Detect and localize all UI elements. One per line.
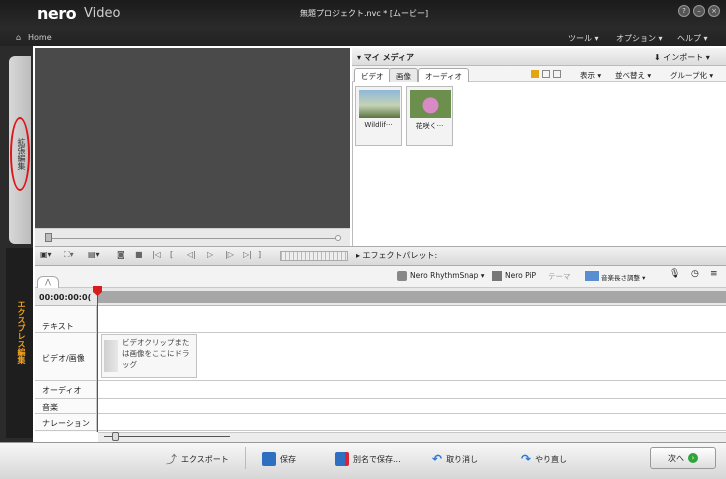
video-thumbnail (359, 90, 400, 118)
jog-shuttle[interactable] (280, 251, 348, 261)
fullscreen-icon[interactable]: ⛶▾ (64, 250, 74, 263)
minimize-icon[interactable]: – (693, 5, 705, 17)
divider (245, 447, 246, 469)
save-button[interactable]: 保存 (262, 450, 296, 468)
prev-frame-icon[interactable]: ◁| (187, 250, 196, 263)
close-icon[interactable]: × (708, 5, 720, 17)
view-grid-icon[interactable] (531, 70, 539, 78)
camera-icon[interactable]: ◙ (117, 250, 125, 263)
tab-express-edit-label: エクスプレス編集 (17, 300, 26, 364)
mark-in-icon[interactable]: [ (170, 250, 173, 263)
save-icon (262, 452, 276, 466)
view-list-icon[interactable] (542, 70, 550, 78)
track-label-narration: ナレーション (42, 419, 90, 428)
redo-button[interactable]: ↷ やり直し (521, 450, 567, 468)
theme-button[interactable]: テーマ (548, 271, 571, 282)
next-frame-icon[interactable]: |▷ (225, 250, 234, 263)
preview-window (35, 48, 350, 246)
save-as-button[interactable]: 別名で保存... (335, 450, 401, 468)
menu-tools[interactable]: ツール ▾ (568, 33, 599, 44)
redo-icon: ↷ (521, 452, 532, 466)
effect-palette-label[interactable]: ▸ エフェクトパレット: (356, 250, 437, 261)
import-button[interactable]: ⬇ インポート ▾ (654, 52, 710, 63)
sort-menu[interactable]: 並べ替え ▾ (615, 70, 651, 81)
play-icon[interactable]: ▷ (207, 250, 213, 263)
next-label: 次へ (668, 453, 684, 463)
next-arrow-icon: › (688, 453, 698, 463)
slider-end-marker (335, 235, 341, 241)
save-as-icon (335, 452, 349, 466)
view-menu[interactable]: 表示 ▾ (580, 70, 601, 81)
tab-video[interactable]: ビデオ (354, 68, 391, 82)
media-title[interactable]: ▾ マイ メディア (357, 52, 414, 63)
preview-slider-bar (35, 228, 350, 246)
export-label: エクスポート (181, 454, 229, 464)
track-label-text: テキスト (42, 322, 74, 331)
timeline-ruler[interactable] (98, 291, 726, 303)
save-as-label: 別名で保存... (353, 454, 401, 464)
track-label-audio: オーディオ (42, 386, 82, 395)
track-divider (35, 413, 726, 414)
timeline-scrollbar[interactable] (98, 432, 726, 442)
undo-icon: ↶ (432, 452, 443, 466)
music-fit-icon (585, 271, 599, 281)
next-button[interactable]: 次へ › (650, 447, 716, 469)
clock-icon[interactable]: ◷ (691, 269, 699, 279)
track-divider (35, 380, 726, 381)
tab-audio[interactable]: オーディオ (418, 68, 469, 82)
redo-label: やり直し (535, 454, 568, 464)
media-item-label: Wildlif··· (364, 121, 393, 129)
zoom-handle[interactable] (112, 432, 119, 441)
snapshot-icon[interactable]: ▣▾ (40, 250, 52, 263)
export-button[interactable]: ⤴ エクスポート (166, 450, 229, 468)
media-item[interactable]: Wildlif··· (355, 86, 402, 146)
export-icon: ⤴ (166, 453, 177, 466)
preview-slider-track[interactable] (48, 238, 340, 239)
video-thumbnail (410, 90, 451, 118)
track-divider (35, 398, 726, 399)
media-item-label: 花咲く··· (415, 122, 444, 130)
timecode: 00:00:00:0( (39, 293, 92, 302)
nero-logo: nero (37, 4, 77, 23)
music-fit-button[interactable]: 音楽長さ調整 ▾ (601, 272, 645, 282)
help-icon[interactable]: ? (678, 5, 690, 17)
rhythmsnap-icon (397, 271, 407, 281)
menu-help[interactable]: ヘルプ ▾ (677, 33, 708, 44)
home-icon[interactable]: ⌂ (16, 33, 21, 42)
end-icon[interactable]: ▷| (243, 250, 252, 263)
track-divider (35, 332, 726, 333)
aspect-icon[interactable]: ▤▾ (88, 250, 100, 263)
preview-slider-handle[interactable] (45, 233, 52, 242)
stop-icon[interactable]: ■ (135, 250, 143, 263)
mark-out-icon[interactable]: ] (258, 250, 261, 263)
drop-zone-handle (104, 340, 118, 372)
undo-button[interactable]: ↶ 取り消し (432, 450, 478, 468)
track-divider (35, 430, 726, 431)
rhythmsnap-button[interactable]: Nero RhythmSnap ▾ (410, 271, 485, 280)
microphone-icon[interactable]: 🎙 (669, 269, 680, 279)
drop-hint: ビデオクリップまたは画像をここにドラッグ (122, 338, 190, 369)
media-item[interactable]: 花咲く··· (406, 86, 453, 146)
view-detail-icon[interactable] (553, 70, 561, 78)
product-name: Video (84, 6, 121, 21)
window-title: 無題プロジェクト.nvc * [ムービー] (300, 9, 429, 18)
start-icon[interactable]: |◁ (152, 250, 161, 263)
zoom-track[interactable] (104, 436, 230, 437)
home-link[interactable]: Home (28, 33, 52, 42)
playhead-line (97, 288, 98, 432)
undo-label: 取り消し (446, 454, 479, 464)
pip-button[interactable]: Nero PiP (505, 271, 536, 280)
group-menu[interactable]: グループ化 ▾ (670, 70, 713, 81)
track-label-video: ビデオ/画像 (42, 354, 85, 363)
track-label-music: 音楽 (42, 403, 58, 412)
menu-options[interactable]: オプション ▾ (616, 33, 663, 44)
tab-image[interactable]: 画像 (389, 68, 418, 82)
pip-icon (492, 271, 502, 281)
highlight-annotation (10, 117, 30, 191)
collapse-icon[interactable]: ⋀ (37, 276, 59, 288)
save-label: 保存 (280, 454, 296, 464)
list-icon[interactable]: ≡ (710, 269, 718, 279)
